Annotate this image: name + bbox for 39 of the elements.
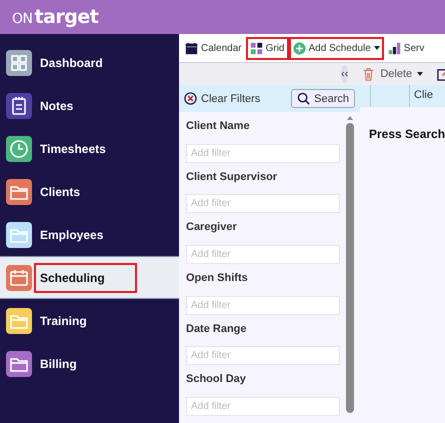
- empty-message: Press Search: [369, 127, 445, 141]
- toolbar-button[interactable]: Grid: [246, 36, 288, 60]
- filter-field[interactable]: Add filter: [186, 346, 340, 366]
- collapse-button[interactable]: ‹‹: [341, 65, 348, 83]
- toolbar-button[interactable]: Calendar: [181, 36, 246, 60]
- filter-label: School Day: [186, 372, 247, 388]
- sidebar-item[interactable]: Employees: [0, 213, 179, 256]
- sidebar-item[interactable]: Notes: [0, 84, 179, 127]
- filter-label: Client Supervisor: [186, 170, 278, 185]
- sidebar-item[interactable]: Clients: [0, 170, 179, 213]
- toolbar-button[interactable]: Add Schedule: [288, 36, 384, 60]
- filter-field[interactable]: Add filter: [186, 396, 340, 416]
- filter-label: Open Shifts: [186, 271, 249, 286]
- filter-field[interactable]: Add filter: [186, 244, 340, 264]
- sidebar-item[interactable]: Dashboard: [0, 41, 179, 84]
- filter-field[interactable]: Add filter: [186, 296, 340, 315]
- search-button[interactable]: Search: [291, 89, 355, 108]
- clear-filters-button[interactable]: Clear Filters: [184, 92, 260, 105]
- sidebar-item[interactable]: Billing: [0, 342, 179, 385]
- sidebar-item[interactable]: Training: [0, 299, 179, 342]
- bar-chart-icon: [388, 42, 401, 54]
- filter-label: Client Name: [186, 119, 251, 134]
- filter-field[interactable]: Add filter: [186, 194, 340, 214]
- add-icon: [292, 42, 306, 54]
- filter-label: Date Range: [186, 322, 248, 337]
- column-header[interactable]: Clie: [409, 85, 445, 107]
- caret-icon: [417, 72, 424, 76]
- filter-field[interactable]: Add filter: [186, 144, 340, 163]
- toolbar-button[interactable]: Serv: [384, 36, 428, 60]
- sidebar-item[interactable]: Scheduling: [0, 256, 179, 299]
- delete-button[interactable]: Delete: [356, 68, 430, 80]
- logo: ONtarget: [12, 6, 98, 28]
- sidebar-item[interactable]: Timesheets: [0, 127, 179, 170]
- calendar-icon: [185, 42, 198, 54]
- trash-icon: [362, 68, 376, 80]
- clear-icon: [184, 92, 197, 105]
- grid-icon: [250, 42, 263, 54]
- filter-label: Caregiver: [186, 220, 238, 236]
- search-icon: [297, 92, 310, 105]
